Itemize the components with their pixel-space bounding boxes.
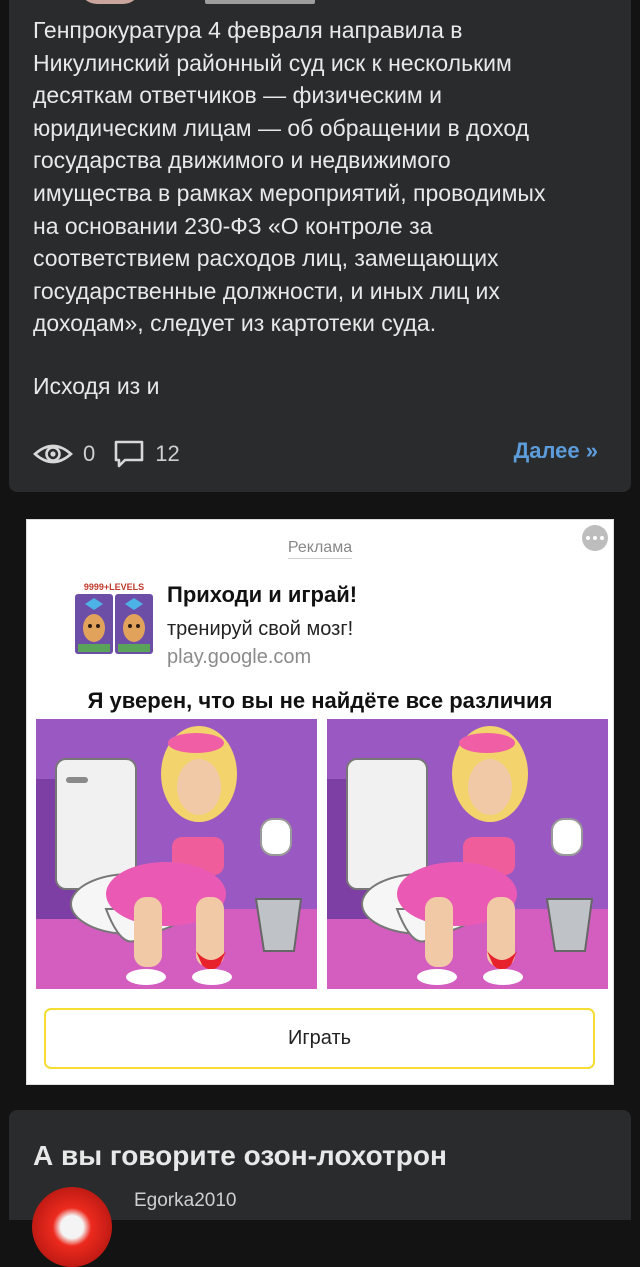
ad-subtitle: тренируй свой мозг! xyxy=(167,618,354,640)
article-stats: 0 12 xyxy=(33,436,180,472)
ad-image-right[interactable] xyxy=(327,719,608,989)
comment-icon[interactable] xyxy=(113,439,145,469)
game-app-icon[interactable]: 9999+LEVELS xyxy=(75,582,153,660)
ad-domain[interactable]: play.google.com xyxy=(167,646,311,669)
app-badge-text: 9999+LEVELS xyxy=(83,582,145,592)
article-card: Генпрокуратура 4 февраля направила в Ник… xyxy=(9,0,631,492)
next-post-title[interactable]: А вы говорите озон-лохотрон xyxy=(33,1140,447,1172)
read-more-link[interactable]: Далее » xyxy=(514,438,598,464)
ad-title[interactable]: Приходи и играй! xyxy=(167,582,357,608)
eye-icon xyxy=(33,440,73,468)
author-name[interactable] xyxy=(205,0,315,4)
play-button[interactable]: Играть xyxy=(44,1008,595,1069)
article-body: Генпрокуратура 4 февраля направила в Ник… xyxy=(33,17,546,337)
avatar[interactable] xyxy=(32,1187,112,1267)
article-snippet: Исходя из и xyxy=(33,373,160,399)
next-post-card: А вы говорите озон-лохотрон Egorka2010 xyxy=(9,1110,631,1267)
comments-count[interactable]: 12 xyxy=(155,441,179,467)
author-avatar[interactable] xyxy=(79,0,141,4)
next-post-author[interactable]: Egorka2010 xyxy=(134,1190,236,1212)
more-dots-icon[interactable] xyxy=(582,525,608,551)
views-count: 0 xyxy=(83,441,96,466)
ad-headline: Я уверен, что вы не найдёте все различия xyxy=(87,688,553,713)
ad-image-left[interactable] xyxy=(36,719,317,989)
ad-label: Реклама xyxy=(27,539,613,559)
ad-block: Реклама 9999+LEVELS Приходи и играй! тре… xyxy=(26,519,614,1085)
